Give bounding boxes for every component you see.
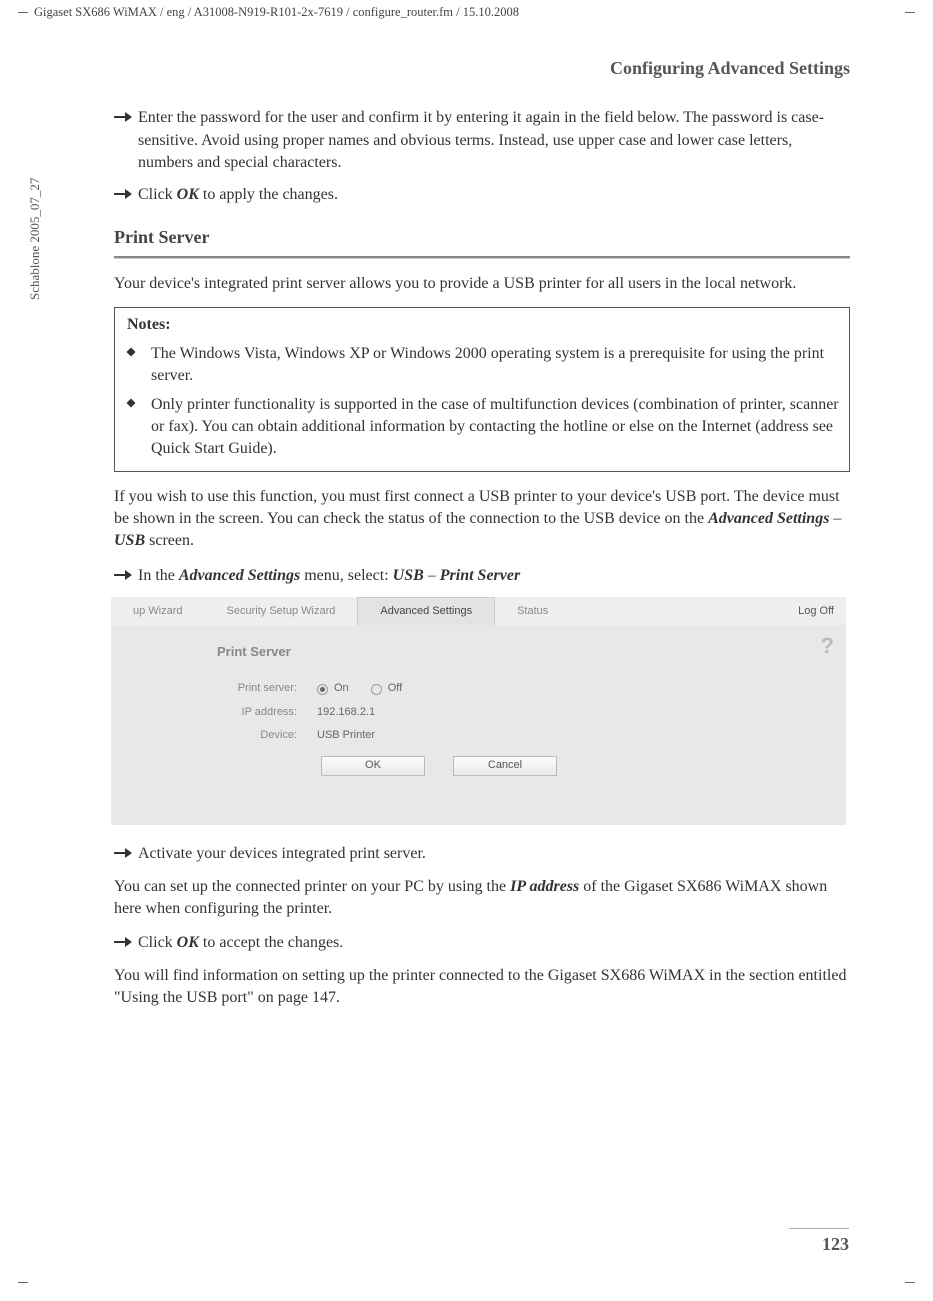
step-text: Click OK to apply the changes. (138, 184, 850, 206)
tab-status[interactable]: Status (495, 597, 570, 625)
router-ui-screenshot: up Wizard Security Setup Wizard Advanced… (111, 597, 846, 825)
arrow-right-icon (114, 107, 138, 174)
step-item: Activate your devices integrated print s… (114, 843, 850, 865)
section-title: Configuring Advanced Settings (114, 56, 850, 81)
notes-item: Only printer functionality is supported … (125, 394, 839, 461)
crop-mark (18, 12, 28, 13)
radio-on-label: On (334, 681, 349, 696)
step-item: In the Advanced Settings menu, select: U… (114, 565, 850, 587)
arrow-right-icon (114, 843, 138, 865)
logoff-link[interactable]: Log Off (798, 604, 846, 619)
row-device: Device: USB Printer (127, 728, 830, 743)
crop-mark (905, 1282, 915, 1283)
arrow-right-icon (114, 184, 138, 206)
step-text: Activate your devices integrated print s… (138, 843, 850, 865)
header-path: Gigaset SX686 WiMAX / eng / A31008-N919-… (34, 4, 519, 22)
notes-text: Only printer functionality is supported … (151, 394, 839, 461)
notes-text: The Windows Vista, Windows XP or Windows… (151, 343, 839, 388)
radio-off[interactable] (371, 684, 382, 695)
arrow-right-icon (114, 932, 138, 954)
diamond-bullet-icon (125, 343, 151, 388)
step-text: Enter the password for the user and conf… (138, 107, 850, 174)
page-content: Configuring Advanced Settings Enter the … (114, 56, 850, 1022)
tab-advanced-settings[interactable]: Advanced Settings (357, 597, 495, 625)
step-text: In the Advanced Settings menu, select: U… (138, 565, 850, 587)
arrow-right-icon (114, 565, 138, 587)
value-device: USB Printer (317, 728, 375, 743)
label-print-server: Print server: (127, 681, 317, 696)
radio-off-label: Off (388, 681, 402, 696)
body-paragraph: You will find information on setting up … (114, 965, 850, 1010)
notes-title: Notes: (125, 314, 839, 336)
divider (114, 256, 850, 259)
step-text: Click OK to accept the changes. (138, 932, 850, 954)
template-side-label: Schablone 2005_07_27 (26, 178, 44, 300)
step-item: Click OK to apply the changes. (114, 184, 850, 206)
tab-security-wizard[interactable]: Security Setup Wizard (205, 597, 358, 625)
page-number-rule (789, 1228, 849, 1229)
notes-box: Notes: The Windows Vista, Windows XP or … (114, 307, 850, 471)
step-item: Enter the password for the user and conf… (114, 107, 850, 174)
page-number: 123 (822, 1232, 849, 1257)
body-paragraph: You can set up the connected printer on … (114, 876, 850, 921)
notes-item: The Windows Vista, Windows XP or Windows… (125, 343, 839, 388)
crop-mark (905, 12, 915, 13)
body-paragraph: Your device's integrated print server al… (114, 273, 850, 295)
row-print-server: Print server: On Off (127, 681, 830, 696)
diamond-bullet-icon (125, 394, 151, 461)
body-paragraph: If you wish to use this function, you mu… (114, 486, 850, 553)
radio-on[interactable] (317, 684, 328, 695)
step-item: Click OK to accept the changes. (114, 932, 850, 954)
tab-setup-wizard[interactable]: up Wizard (111, 597, 205, 625)
ok-button[interactable]: OK (321, 756, 425, 776)
help-icon[interactable]: ? (821, 631, 834, 662)
crop-mark (18, 1282, 28, 1283)
panel-title: Print Server (217, 643, 830, 661)
tab-bar: up Wizard Security Setup Wizard Advanced… (111, 597, 846, 625)
row-ip-address: IP address: 192.168.2.1 (127, 705, 830, 720)
panel-body: ? Print Server Print server: On Off IP a… (111, 625, 846, 825)
label-ip-address: IP address: (127, 705, 317, 720)
cancel-button[interactable]: Cancel (453, 756, 557, 776)
value-ip-address: 192.168.2.1 (317, 705, 375, 720)
label-device: Device: (127, 728, 317, 743)
subheading-print-server: Print Server (114, 225, 850, 250)
